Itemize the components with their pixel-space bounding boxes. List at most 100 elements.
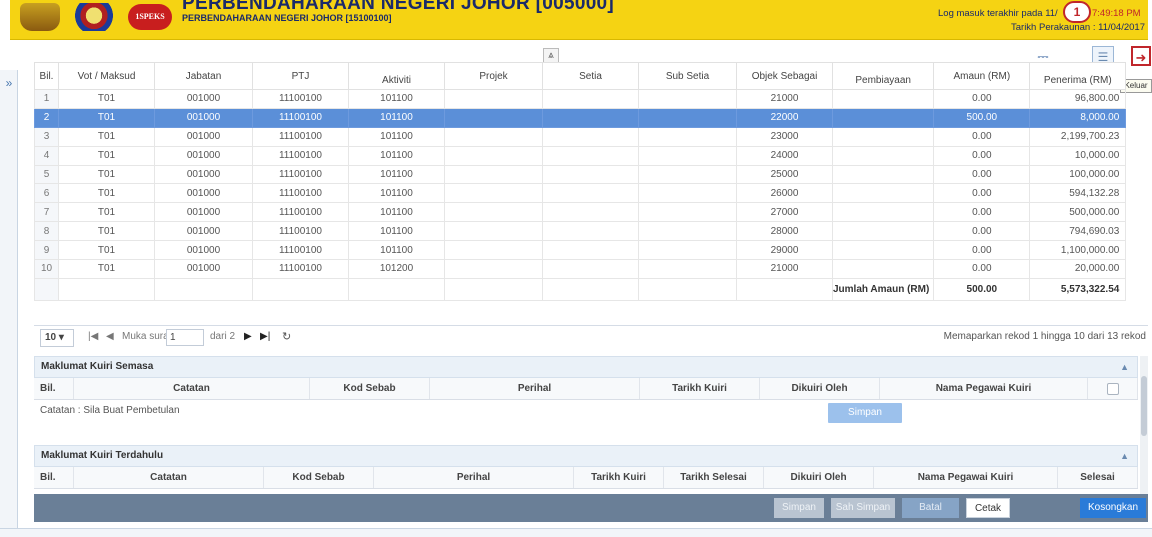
table-cell <box>542 89 639 109</box>
clear-button[interactable]: Kosongkan <box>1080 498 1146 518</box>
collapse-arrow-icon[interactable]: ▲ <box>1120 446 1129 466</box>
prev-page-icon[interactable]: ◀ <box>106 331 114 342</box>
col-header[interactable]: Penerima (RM) <box>1029 62 1127 90</box>
table-cell: 101100 <box>348 107 445 128</box>
grid-total-row: Jumlah Amaun (RM) 500.00 5,573,322.54 <box>34 277 1127 301</box>
table-cell: T01 <box>58 145 155 166</box>
table-cell: 8,000.00 <box>1029 107 1127 128</box>
table-row[interactable]: 10 T01 001000 11100100 101200 21000 0.00 20,000… <box>34 259 1127 279</box>
table-row[interactable]: 1 T01 001000 11100100 101100 21000 0.00 96,800.… <box>34 89 1127 109</box>
table-row[interactable]: 4 T01 001000 11100100 101100 24000 0.00 10,000.… <box>34 145 1127 166</box>
table-cell: T01 <box>58 259 155 279</box>
table-row[interactable]: 7 T01 001000 11100100 101100 27000 0.00 500,000… <box>34 202 1127 223</box>
cancel-button[interactable]: Batal <box>902 498 959 518</box>
next-page-icon[interactable]: ▶ <box>244 331 252 342</box>
previous-query-columns: Bil. Catatan Kod Sebab Perihal Tarikh Ku… <box>34 467 1138 489</box>
table-cell: 21000 <box>736 259 833 279</box>
table-cell: 25000 <box>736 164 833 185</box>
state-emblem-logo <box>72 3 116 31</box>
exit-icon[interactable]: ➜ <box>1131 46 1151 66</box>
current-query-columns: Bil. Catatan Kod Sebab Perihal Tarikh Ku… <box>34 378 1138 400</box>
table-row[interactable]: 9 T01 001000 11100100 101100 29000 0.00 1,100,0… <box>34 240 1127 261</box>
col-header[interactable]: Pembiayaan <box>831 62 935 90</box>
table-cell: 8 <box>34 221 59 242</box>
ispeks-logo: 1SPEKS <box>128 4 172 30</box>
table-cell: 11100100 <box>252 183 349 204</box>
table-cell: 0.00 <box>933 183 1031 204</box>
table-row[interactable]: 2 T01 001000 11100100 101100 22000 500.00 8,000… <box>34 107 1127 128</box>
save-button[interactable]: Simpan <box>774 498 824 518</box>
page-number-input[interactable]: 1 <box>166 329 204 346</box>
col-header[interactable]: Setia <box>542 62 639 90</box>
col-header: Catatan <box>74 378 310 399</box>
table-cell <box>444 89 543 109</box>
table-cell: 7 <box>34 202 59 223</box>
col-header[interactable]: Jabatan <box>154 62 253 90</box>
table-cell: 0.00 <box>933 221 1031 242</box>
col-header[interactable]: Vot / Maksud <box>58 62 155 90</box>
table-cell: 0.00 <box>933 259 1031 279</box>
table-cell: 0.00 <box>933 89 1031 109</box>
table-cell <box>638 107 737 128</box>
table-cell <box>638 164 737 185</box>
action-bar: Simpan Sah Simpan Batal Cetak Kosongkan <box>34 494 1148 522</box>
table-cell <box>444 145 543 166</box>
table-cell: 001000 <box>154 164 253 185</box>
vertical-scrollbar[interactable] <box>1140 356 1148 506</box>
table-cell: 0.00 <box>933 145 1031 166</box>
table-cell <box>542 145 639 166</box>
col-header: Tarikh Kuiri <box>574 467 664 488</box>
col-header[interactable]: Sub Setia <box>638 62 737 90</box>
table-cell <box>638 145 737 166</box>
col-header[interactable]: PTJ <box>252 62 349 90</box>
table-cell: 001000 <box>154 240 253 261</box>
table-cell <box>444 202 543 223</box>
table-cell <box>831 164 935 185</box>
table-row[interactable]: 6 T01 001000 11100100 101100 26000 0.00 594,132… <box>34 183 1127 204</box>
table-cell: 10,000.00 <box>1029 145 1127 166</box>
table-cell <box>638 126 737 147</box>
table-cell <box>542 126 639 147</box>
table-row[interactable]: 8 T01 001000 11100100 101100 28000 0.00 794,690… <box>34 221 1127 242</box>
table-cell <box>542 240 639 261</box>
first-page-icon[interactable]: |◀ <box>88 331 98 342</box>
page-size-select[interactable]: 10 ▾ <box>40 329 74 347</box>
table-cell <box>831 259 935 279</box>
previous-query-header[interactable]: Maklumat Kuiri Terdahulu ▲ <box>34 445 1138 467</box>
total-amount: 500.00 <box>933 277 1031 301</box>
col-header[interactable]: Projek <box>444 62 543 90</box>
table-cell: 1 <box>34 89 59 109</box>
refresh-icon[interactable]: ↻ <box>282 330 291 343</box>
collapse-arrow-icon[interactable]: ▲ <box>1120 357 1129 377</box>
confirm-save-button[interactable]: Sah Simpan <box>831 498 895 518</box>
notification-badge[interactable]: 1 <box>1063 1 1091 23</box>
table-row[interactable]: 5 T01 001000 11100100 101100 25000 0.00 100,000… <box>34 164 1127 185</box>
table-cell <box>444 240 543 261</box>
col-header: Perihal <box>374 467 574 488</box>
col-header[interactable]: Aktiviti <box>348 62 445 90</box>
table-cell: 100,000.00 <box>1029 164 1127 185</box>
col-header: Dikuiri Oleh <box>760 378 880 399</box>
table-cell: 27000 <box>736 202 833 223</box>
col-header[interactable]: Amaun (RM) <box>933 62 1031 90</box>
expand-sidebar-icon[interactable]: » <box>2 76 16 90</box>
table-cell <box>444 259 543 279</box>
table-row[interactable]: 3 T01 001000 11100100 101100 23000 0.00 2,199,7… <box>34 126 1127 147</box>
table-cell <box>638 259 737 279</box>
col-header[interactable]: Bil. <box>34 62 59 90</box>
table-cell: 101200 <box>348 259 445 279</box>
table-cell: 101100 <box>348 145 445 166</box>
select-all-checkbox[interactable] <box>1106 383 1119 395</box>
print-button[interactable]: Cetak <box>966 498 1010 518</box>
last-page-icon[interactable]: ▶| <box>260 331 270 342</box>
table-cell: 20,000.00 <box>1029 259 1127 279</box>
table-cell: 001000 <box>154 183 253 204</box>
table-cell <box>542 202 639 223</box>
save-query-button[interactable]: Simpan <box>828 403 902 423</box>
table-cell: 1,100,000.00 <box>1029 240 1127 261</box>
col-header[interactable]: Objek Sebagai <box>736 62 833 90</box>
scrollbar-thumb[interactable] <box>1141 376 1147 436</box>
current-query-panel: Maklumat Kuiri Semasa ▲ Bil. Catatan Kod… <box>34 356 1138 423</box>
current-query-header[interactable]: Maklumat Kuiri Semasa ▲ <box>34 356 1138 378</box>
table-cell: 101100 <box>348 221 445 242</box>
